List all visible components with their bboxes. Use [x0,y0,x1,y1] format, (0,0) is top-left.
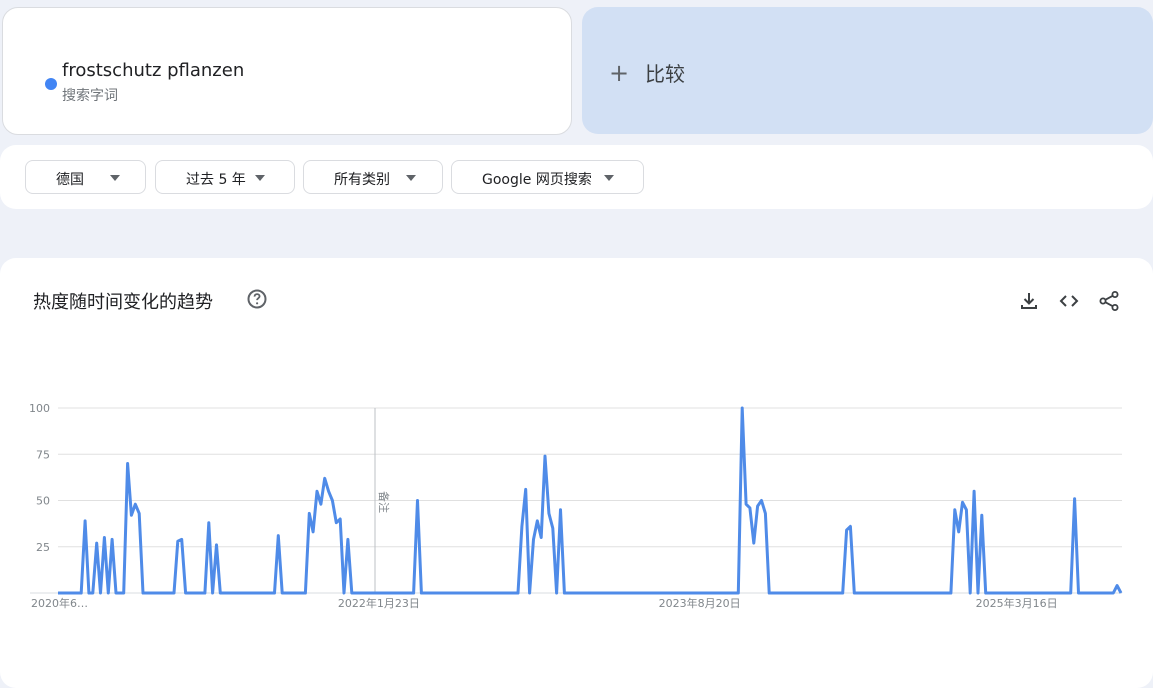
region-filter[interactable]: 德国 [25,160,146,194]
search-term-type: 搜索字词 [62,88,118,104]
series-color-dot [45,78,57,90]
chevron-down-icon [406,175,416,181]
search-term-card[interactable]: frostschutz pflanzen 搜索字词 [2,7,572,135]
y-tick-label: 25 [36,541,50,554]
search-type-filter-label: Google 网页搜索 [482,172,592,188]
x-axis-ticks: 2020年6… 2022年1月23日 2023年8月20日 2025年3月16日 [31,596,1058,610]
chart-gridlines [30,407,1122,594]
region-filter-label: 德国 [56,172,84,188]
chevron-down-icon [110,175,120,181]
chevron-down-icon [604,175,614,181]
category-filter-label: 所有类别 [334,172,390,188]
chevron-down-icon [255,175,265,181]
x-tick-label: 2020年6… [31,596,88,610]
plus-icon: + [609,59,630,87]
filter-bar: 德国 过去 5 年 所有类别 Google 网页搜索 [0,145,1153,209]
compare-button[interactable]: + 比较 [582,7,1153,134]
period-filter-label: 过去 5 年 [186,172,246,188]
search-type-filter[interactable]: Google 网页搜索 [451,160,644,194]
compare-label: 比较 [645,62,685,86]
interest-over-time-card: 热度随时间变化的趋势 100 75 50 25 备注 2020年6… 2022年1月23… [0,258,1153,688]
y-tick-label: 75 [36,448,50,461]
x-tick-label: 2025年3月16日 [976,596,1058,610]
y-axis-ticks: 100 75 50 25 [29,402,50,554]
period-filter[interactable]: 过去 5 年 [155,160,295,194]
search-term-name[interactable]: frostschutz pflanzen [62,60,244,81]
note-marker-label[interactable]: 备注 [377,491,391,513]
x-tick-label: 2022年1月23日 [338,596,420,610]
trend-chart: 100 75 50 25 备注 2020年6… 2022年1月23日 2023年8月20日… [29,402,1123,610]
y-tick-label: 50 [36,495,50,508]
y-tick-label: 100 [29,402,50,415]
category-filter[interactable]: 所有类别 [303,160,443,194]
x-tick-label: 2023年8月20日 [659,596,741,610]
